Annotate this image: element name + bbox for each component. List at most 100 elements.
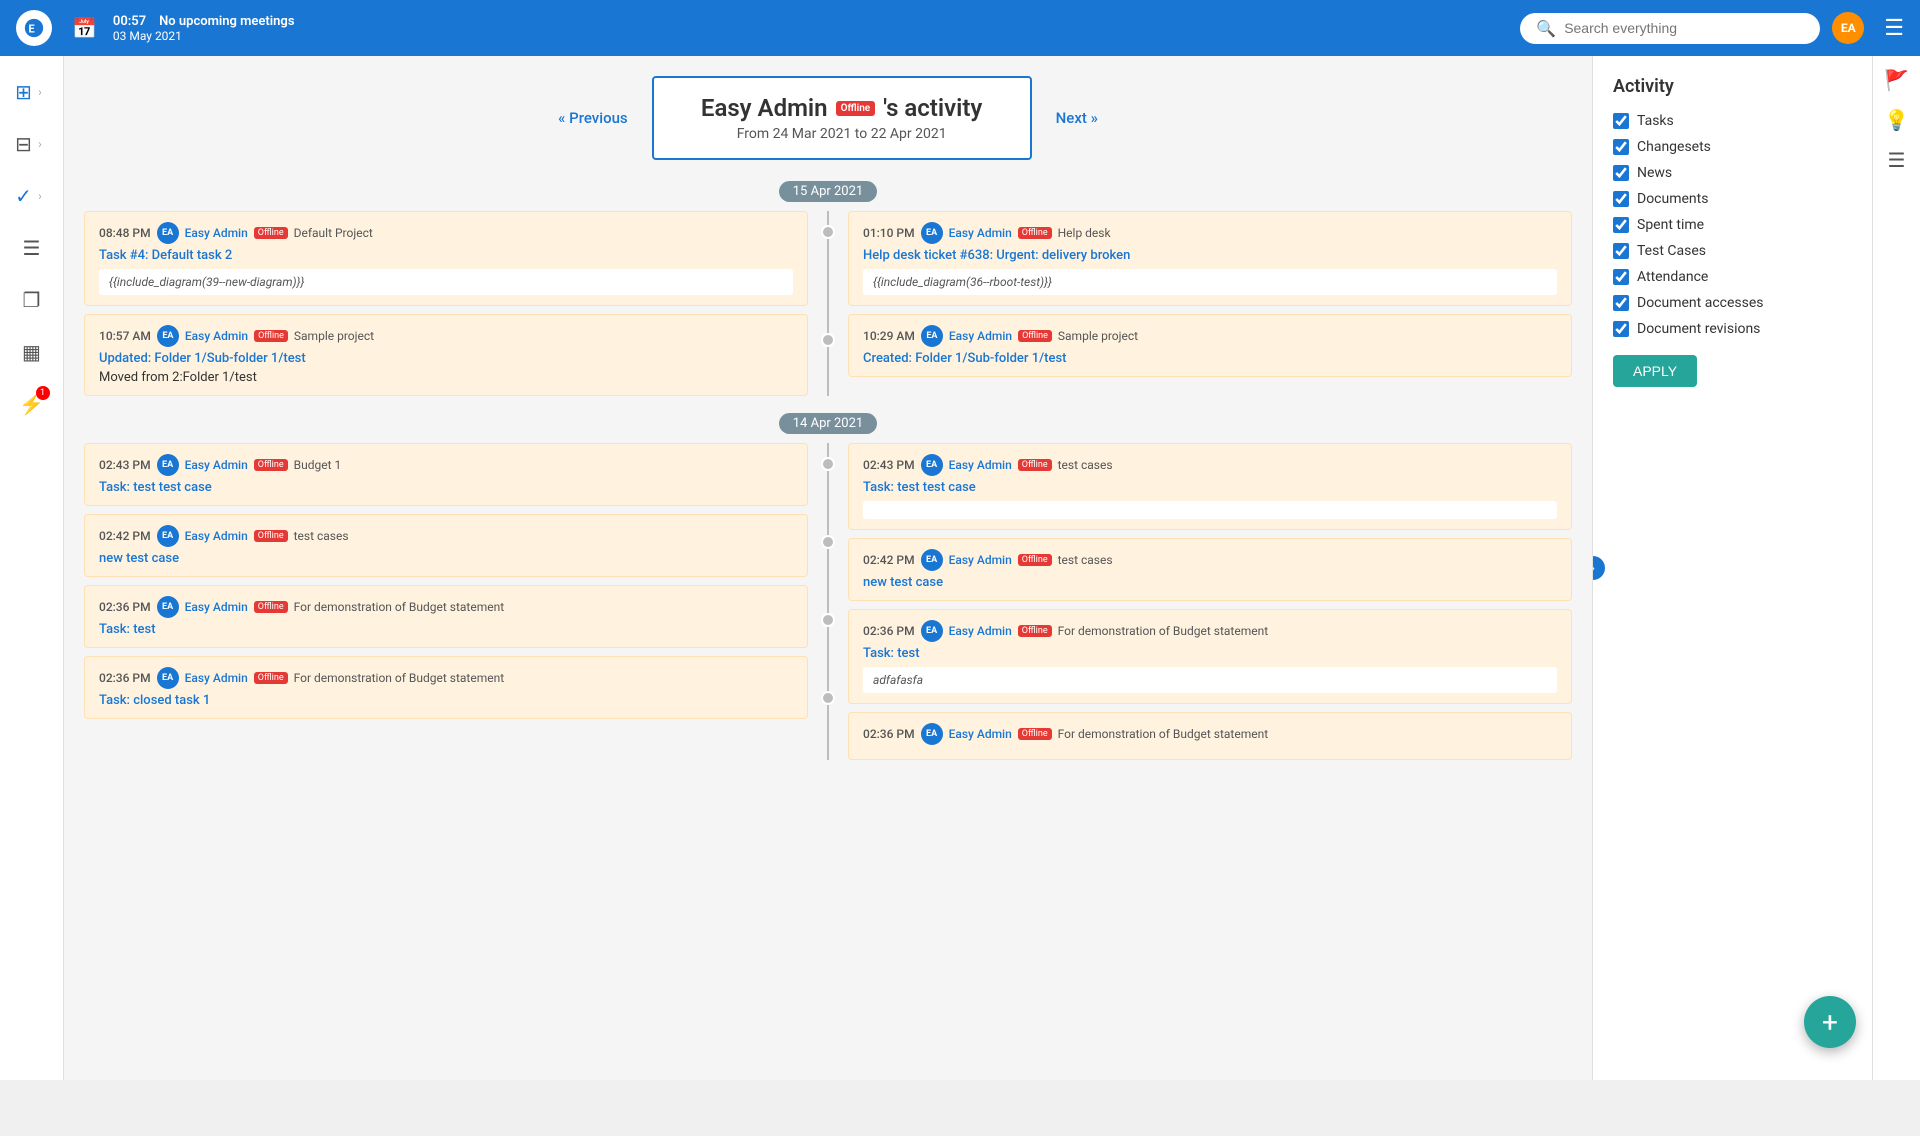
avatar-0-0: EA [157, 222, 179, 244]
apply-button[interactable]: APPLY [1613, 355, 1697, 387]
fab-button[interactable]: + [1804, 996, 1856, 1048]
filter-checkbox-tasks[interactable] [1613, 113, 1629, 129]
timeline-dot-0-1 [821, 333, 835, 347]
notification-badge: 1 [36, 386, 50, 400]
main-content: « Previous Easy Admin Offline 's activit… [64, 56, 1872, 1080]
filter-checkbox-news[interactable] [1613, 165, 1629, 181]
card-link-r-1-0[interactable]: Task: test test case [863, 480, 1557, 495]
search-box[interactable]: 🔍 [1520, 13, 1820, 44]
lightbulb-icon[interactable]: 💡 [1884, 108, 1909, 132]
avatar-r-1-2: EA [921, 620, 943, 642]
card-link-0-1[interactable]: Updated: Folder 1/Sub-folder 1/test [99, 351, 793, 366]
card-link-r-0-0[interactable]: Help desk ticket #638: Urgent: delivery … [863, 248, 1557, 263]
menu-button[interactable]: ☰ [1884, 16, 1904, 41]
activity-card-left-1-2: 02:36 PM EA Easy Admin Offline For demon… [84, 585, 808, 648]
timeline-center-1 [816, 443, 840, 760]
svg-text:E: E [29, 23, 35, 36]
timeline-1: 02:43 PM EA Easy Admin Offline Budget 1 … [84, 443, 1572, 760]
card-body-r-1-2: adfafasfa [863, 667, 1557, 693]
filter-item-test-cases[interactable]: Test Cases [1613, 243, 1852, 259]
card-link-1-2[interactable]: Task: test [99, 622, 793, 637]
avatar-r-1-0: EA [921, 454, 943, 476]
activity-card-left-1-1: 02:42 PM EA Easy Admin Offline test case… [84, 514, 808, 577]
activity-card-right-1-1: 02:42 PM EA Easy Admin Offline test case… [848, 538, 1572, 601]
dropbox-icon: ❐ [23, 288, 41, 312]
card-link-r-0-1[interactable]: Created: Folder 1/Sub-folder 1/test [863, 351, 1557, 366]
activity-card-right-0-1: 10:29 AM EA Easy Admin Offline Sample pr… [848, 314, 1572, 377]
sidebar-item-grid[interactable]: ▦ [8, 328, 56, 376]
card-link-r-1-2[interactable]: Task: test [863, 646, 1557, 661]
card-body-r-0-0: {{include_diagram(36--rboot-test)}} [863, 269, 1557, 295]
sidebar-item-list[interactable]: ☰ [8, 224, 56, 272]
avatar-r-1-1: EA [921, 549, 943, 571]
activity-card-left-1-0: 02:43 PM EA Easy Admin Offline Budget 1 … [84, 443, 808, 506]
sidebar-expand-tasks[interactable]: › [32, 172, 48, 220]
current-time: 00:57 No upcoming meetings [113, 14, 295, 29]
card-text-0-1: Moved from 2:Folder 1/test [99, 370, 793, 385]
filter-item-tasks[interactable]: Tasks [1613, 113, 1852, 129]
avatar-1-3: EA [157, 667, 179, 689]
filter-item-spent-time[interactable]: Spent time [1613, 217, 1852, 233]
filter-sidebar: › Activity Tasks Changesets News Documen… [1592, 56, 1872, 1080]
dashboard-icon: ⊞ [15, 80, 32, 104]
avatar-r-1-3: EA [921, 723, 943, 745]
filter-checkbox-attendance[interactable] [1613, 269, 1629, 285]
left-sidebar: ⊞ › ⊟ › ✓ › ☰ ❐ ▦ ⚡ 1 [0, 56, 64, 1080]
timeline-dot-1-1 [821, 535, 835, 549]
card-link-1-1[interactable]: new test case [99, 551, 793, 566]
activity-card-left-1-3: 02:36 PM EA Easy Admin Offline For demon… [84, 656, 808, 719]
sidebar-expand-gantt[interactable]: › [32, 120, 48, 168]
filter-item-doc-accesses[interactable]: Document accesses [1613, 295, 1852, 311]
activity-card-right-1-2: 02:36 PM EA Easy Admin Offline For demon… [848, 609, 1572, 704]
time-info: 00:57 No upcoming meetings 03 May 2021 [113, 14, 295, 43]
timeline-left-1: 02:43 PM EA Easy Admin Offline Budget 1 … [84, 443, 808, 760]
filter-checkbox-test-cases[interactable] [1613, 243, 1629, 259]
avatar-1-0: EA [157, 454, 179, 476]
card-link-1-3[interactable]: Task: closed task 1 [99, 693, 793, 708]
card-link-0-0[interactable]: Task #4: Default task 2 [99, 248, 793, 263]
filter-item-attendance[interactable]: Attendance [1613, 269, 1852, 285]
user-avatar[interactable]: EA [1832, 12, 1864, 44]
filter-item-changesets[interactable]: Changesets [1613, 139, 1852, 155]
timeline-0: 08:48 PM EA Easy Admin Offline Default P… [84, 211, 1572, 396]
activity-area[interactable]: « Previous Easy Admin Offline 's activit… [64, 56, 1592, 1080]
offline-badge: Offline [836, 101, 876, 116]
activity-card-left-0-0: 08:48 PM EA Easy Admin Offline Default P… [84, 211, 808, 306]
filter-checkbox-doc-revisions[interactable] [1613, 321, 1629, 337]
filter-checkbox-documents[interactable] [1613, 191, 1629, 207]
card-link-1-0[interactable]: Task: test test case [99, 480, 793, 495]
activity-card-right-1-0: 02:43 PM EA Easy Admin Offline test case… [848, 443, 1572, 530]
avatar-r-0-0: EA [921, 222, 943, 244]
sidebar-item-tasks[interactable]: ✓ › [8, 172, 56, 220]
checklist-icon[interactable]: ☰ [1888, 148, 1906, 172]
timeline-right-0: 01:10 PM EA Easy Admin Offline Help desk… [848, 211, 1572, 396]
card-body-0-0: {{include_diagram(39--new-diagram)}} [99, 269, 793, 295]
sidebar-item-flash[interactable]: ⚡ 1 [8, 380, 56, 428]
activity-card-right-1-3: 02:36 PM EA Easy Admin Offline For demon… [848, 712, 1572, 760]
filter-checkbox-spent-time[interactable] [1613, 217, 1629, 233]
sidebar-item-gantt[interactable]: ⊟ › [8, 120, 56, 168]
app-logo[interactable]: E [16, 10, 52, 46]
filter-checkbox-doc-accesses[interactable] [1613, 295, 1629, 311]
filter-item-news[interactable]: News [1613, 165, 1852, 181]
next-button[interactable]: Next » [1056, 109, 1098, 127]
calendar-icon: 📅 [72, 16, 97, 40]
filter-checkbox-changesets[interactable] [1613, 139, 1629, 155]
avatar-1-1: EA [157, 525, 179, 547]
activity-card-left-0-1: 10:57 AM EA Easy Admin Offline Sample pr… [84, 314, 808, 396]
sidebar-item-dashboard[interactable]: ⊞ › [8, 68, 56, 116]
filter-item-doc-revisions[interactable]: Document revisions [1613, 321, 1852, 337]
gantt-icon: ⊟ [15, 132, 32, 156]
card-link-r-1-1[interactable]: new test case [863, 575, 1557, 590]
search-input[interactable] [1564, 20, 1804, 36]
flag-icon[interactable]: 🚩 [1884, 68, 1909, 92]
right-panel: 🚩 💡 ☰ [1872, 56, 1920, 1080]
avatar-0-1: EA [157, 325, 179, 347]
filter-expand-toggle[interactable]: › [1592, 556, 1605, 580]
sidebar-item-dropbox[interactable]: ❐ [8, 276, 56, 324]
date-separator-1: 14 Apr 2021 [84, 412, 1572, 431]
activity-card-right-0-0: 01:10 PM EA Easy Admin Offline Help desk… [848, 211, 1572, 306]
filter-item-documents[interactable]: Documents [1613, 191, 1852, 207]
sidebar-expand-dashboard[interactable]: › [32, 68, 48, 116]
prev-button[interactable]: « Previous [558, 109, 628, 127]
